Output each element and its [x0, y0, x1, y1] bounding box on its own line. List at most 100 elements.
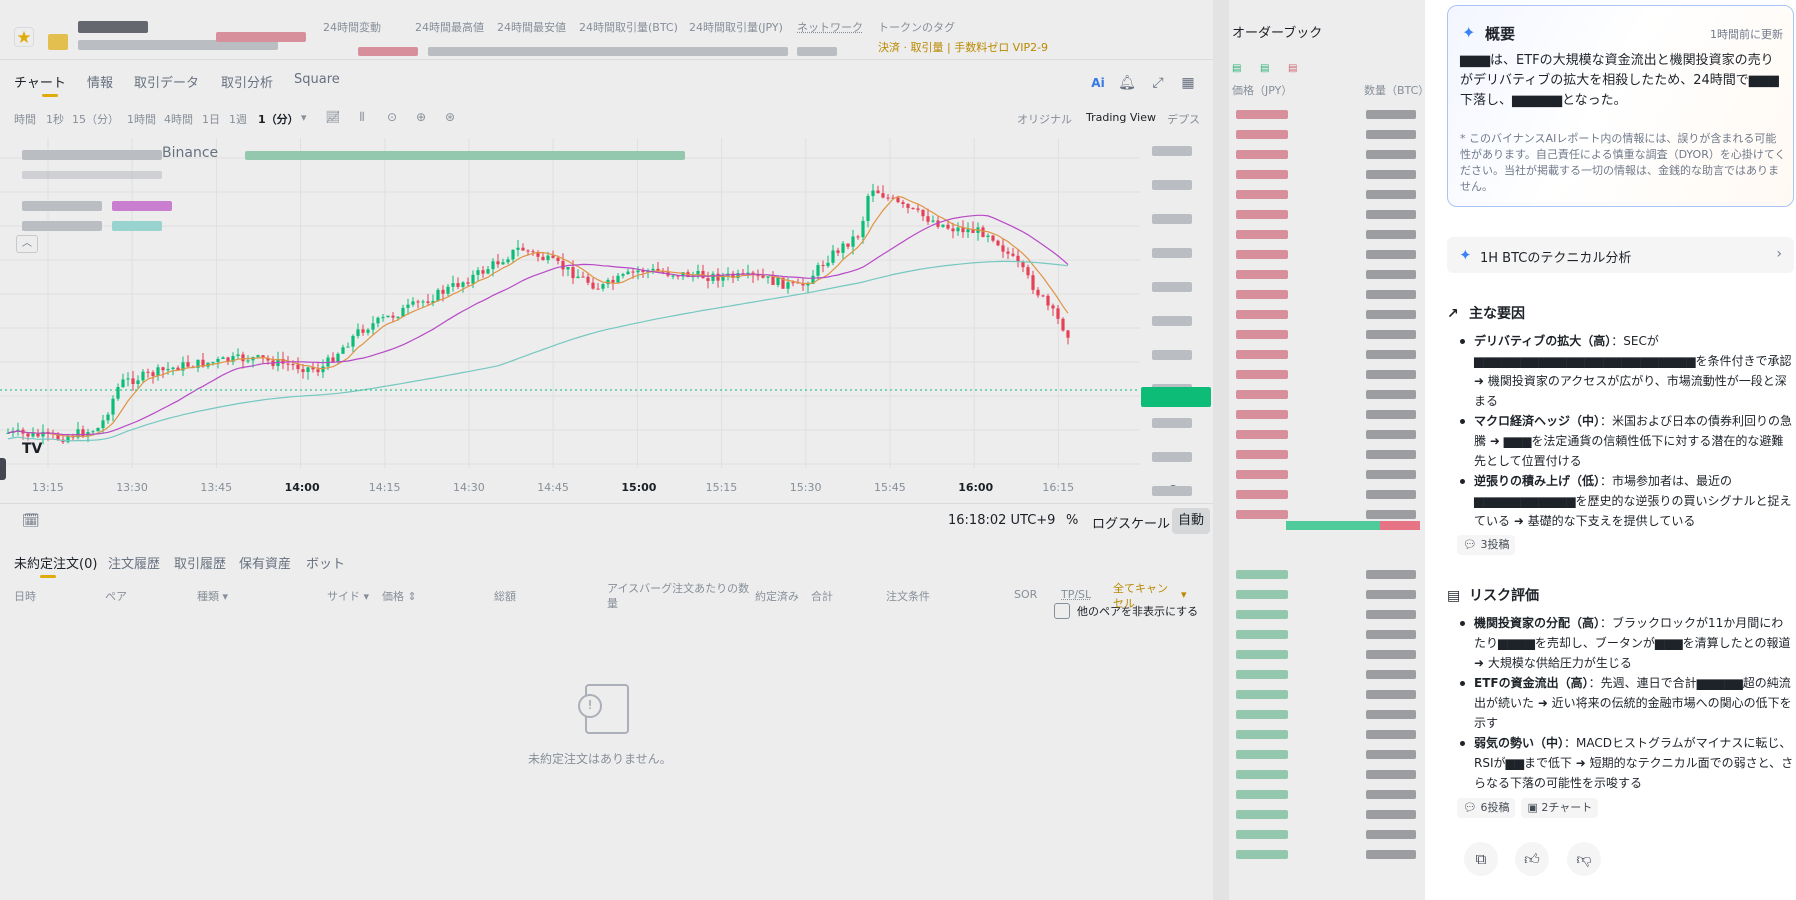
- candle-body: [331, 357, 335, 362]
- tf-4h[interactable]: 4時間: [164, 111, 193, 127]
- tab-info[interactable]: 情報: [87, 72, 113, 91]
- candle-body: [816, 265, 820, 276]
- tab-square[interactable]: Square: [294, 72, 340, 87]
- source-chip[interactable]: ▣ 2チャート: [1521, 798, 1599, 818]
- candle-body: [496, 261, 500, 265]
- thumbs-up-button[interactable]: 👍︎: [1515, 842, 1549, 876]
- cancel-all-chevron-icon[interactable]: ▾: [1181, 588, 1187, 601]
- chart-pair-redacted: [22, 150, 162, 160]
- settings-icon[interactable]: ⊛: [442, 109, 458, 125]
- tab-holdings[interactable]: 保有資産: [239, 553, 291, 572]
- auto-scale-toggle[interactable]: 自動: [1172, 508, 1210, 534]
- source-chip[interactable]: 💬︎ 3投稿: [1457, 535, 1516, 555]
- time-tick: 14:45: [537, 481, 569, 494]
- candle-body: [111, 398, 115, 415]
- indicator-icon[interactable]: 📈︎: [325, 109, 341, 125]
- tf-15m[interactable]: 15（分）: [72, 111, 119, 127]
- ai-icon[interactable]: Ai: [1089, 74, 1107, 92]
- ob-price-redacted: [1236, 610, 1288, 619]
- ob-price-redacted: [1236, 350, 1288, 359]
- candle-body: [556, 257, 560, 261]
- ob-view-bids-icon[interactable]: ▤: [1260, 63, 1269, 74]
- tab-trade-history[interactable]: 取引履歴: [174, 553, 226, 572]
- ob-qty-redacted: [1366, 470, 1416, 479]
- col-price[interactable]: 価格 ⇕: [382, 588, 417, 604]
- col-filled: 約定済み: [755, 590, 799, 603]
- ob-view-both-icon[interactable]: ▤: [1232, 63, 1241, 74]
- orders-tabs: 未約定注文(0) 注文履歴 取引履歴 保有資産 ボット 他のペアを非表示にする: [0, 548, 1213, 619]
- sparkle-icon: ✦: [1459, 246, 1472, 264]
- empty-orders-icon: [578, 684, 629, 734]
- cancel-all-button[interactable]: 全てキャンセル: [1113, 581, 1177, 611]
- add-circle-icon[interactable]: ⊕: [413, 109, 429, 125]
- ob-qty-redacted: [1366, 370, 1416, 379]
- ob-qty-redacted: [1366, 830, 1416, 839]
- candle-body: [1036, 289, 1040, 296]
- candle-body: [591, 282, 595, 289]
- bell-icon[interactable]: 🔔︎: [1118, 74, 1136, 92]
- price-chart[interactable]: [0, 138, 1213, 473]
- candle-body: [626, 271, 630, 275]
- price-tick-redacted: [1152, 214, 1192, 224]
- thumbs-down-button[interactable]: 👎︎: [1567, 842, 1601, 876]
- source-chip[interactable]: 💬︎ 6投稿: [1457, 798, 1516, 818]
- tf-1s[interactable]: 1秒: [46, 111, 64, 127]
- camera-icon[interactable]: ⊙: [384, 109, 400, 125]
- copy-button[interactable]: ⧉: [1464, 842, 1498, 876]
- ob-price-redacted: [1236, 130, 1288, 139]
- tf-1w[interactable]: 1週: [229, 111, 247, 127]
- tf-1d[interactable]: 1日: [202, 111, 220, 127]
- tab-open-orders[interactable]: 未約定注文(0): [14, 553, 97, 572]
- ob-qty-redacted: [1366, 810, 1416, 819]
- ob-view-asks-icon[interactable]: ▤: [1288, 63, 1297, 74]
- tab-chart[interactable]: チャート: [14, 72, 66, 91]
- view-depth[interactable]: デプス: [1167, 111, 1200, 127]
- tab-trade-data[interactable]: 取引データ: [134, 72, 199, 91]
- candle-body: [831, 250, 835, 263]
- time-tick: 14:15: [368, 481, 401, 494]
- candle-body: [346, 346, 350, 348]
- panel-divider: [1213, 0, 1229, 900]
- ob-qty-redacted: [1366, 770, 1416, 779]
- sidebar-handle[interactable]: [0, 458, 6, 480]
- tab-order-history[interactable]: 注文履歴: [108, 553, 160, 572]
- candle-body: [436, 289, 440, 301]
- tf-1h[interactable]: 1時間: [127, 111, 156, 127]
- view-tradingview[interactable]: Trading View: [1086, 111, 1156, 124]
- col-side[interactable]: サイド ▾: [327, 588, 369, 604]
- chart-canvas[interactable]: [0, 138, 1213, 473]
- chevron-down-icon[interactable]: ▾: [301, 111, 307, 124]
- stat-24h-low: 24時間最安値: [497, 21, 566, 34]
- candle-body: [991, 235, 995, 241]
- tf-time[interactable]: 時間: [14, 111, 36, 127]
- col-type[interactable]: 種類 ▾: [197, 588, 228, 604]
- empty-orders-text: 未約定注文はありません。: [528, 752, 672, 766]
- tab-trade-analysis[interactable]: 取引分析: [221, 72, 273, 91]
- candle-body: [901, 202, 905, 204]
- calendar-icon[interactable]: 🗓︎: [22, 512, 40, 530]
- candle-body: [866, 196, 870, 221]
- thumbs-down-icon: 👎︎: [1576, 850, 1592, 868]
- candle-body: [256, 355, 260, 358]
- collapse-indicators-button[interactable]: ︿: [16, 235, 38, 253]
- candle-body: [836, 250, 840, 253]
- candle-body: [521, 247, 525, 251]
- candle-type-icon[interactable]: ⫴: [354, 109, 370, 125]
- log-scale-toggle[interactable]: ログスケール: [1092, 513, 1170, 532]
- candle-body: [906, 203, 910, 208]
- view-original[interactable]: オリジナル: [1017, 111, 1072, 127]
- stat-network[interactable]: ネットワーク: [797, 19, 863, 35]
- expand-icon[interactable]: ⤢: [1149, 74, 1167, 92]
- tab-bots[interactable]: ボット: [306, 553, 345, 572]
- risk-item-title: 弱気の勢い（中）: [1474, 736, 1565, 750]
- percent-toggle[interactable]: %: [1066, 513, 1078, 528]
- ob-price-redacted: [1236, 490, 1288, 499]
- grid-layout-icon[interactable]: ▦: [1179, 74, 1197, 92]
- summary-disclaimer: * このバイナンスAIレポート内の情報には、誤りが含まれる可能性があります。自己…: [1460, 132, 1786, 193]
- candle-body: [596, 288, 600, 290]
- tf-selected[interactable]: 1（分）: [258, 111, 299, 127]
- candle-body: [616, 275, 620, 283]
- favorite-star-icon[interactable]: ★: [14, 27, 34, 48]
- ob-price-redacted: [1236, 430, 1288, 439]
- technical-analysis-link[interactable]: ✦ 1H BTCのテクニカル分析 ›: [1447, 237, 1794, 273]
